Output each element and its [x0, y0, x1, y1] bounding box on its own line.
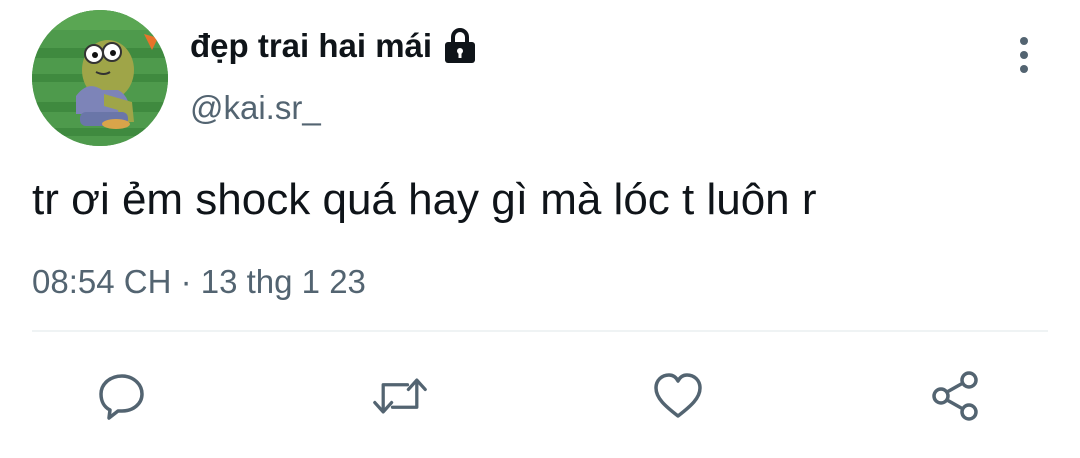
avatar-image: [32, 10, 168, 146]
lock-icon: [442, 26, 478, 66]
tweet-date: 13 thg 1 23: [200, 263, 366, 300]
display-name[interactable]: đẹp trai hai mái: [190, 24, 478, 68]
reply-icon: [99, 374, 144, 420]
divider: [32, 330, 1048, 332]
display-name-text: đẹp trai hai mái: [190, 27, 433, 64]
like-icon: [654, 373, 702, 418]
tweet-card: đẹp trai hai mái @kai.sr_ tr ơi ẻm shock…: [0, 0, 1080, 458]
tweet-text: tr ơi ẻm shock quá hay gì mà lóc t luôn …: [32, 175, 817, 224]
share-icon: [932, 371, 978, 421]
reply-button[interactable]: [94, 368, 150, 424]
like-button[interactable]: [650, 368, 706, 424]
share-button[interactable]: [928, 368, 984, 424]
user-handle[interactable]: @kai.sr_: [190, 86, 321, 130]
more-vertical-icon: [1020, 37, 1028, 73]
timestamp-separator: ·: [180, 263, 192, 300]
retweet-button[interactable]: [372, 368, 428, 424]
more-options-button[interactable]: [1004, 32, 1044, 78]
retweet-icon: [373, 378, 427, 414]
tweet-time: 08:54 CH: [32, 263, 172, 300]
tweet-timestamp[interactable]: 08:54 CH · 13 thg 1 23: [32, 260, 366, 304]
avatar[interactable]: [32, 10, 168, 146]
